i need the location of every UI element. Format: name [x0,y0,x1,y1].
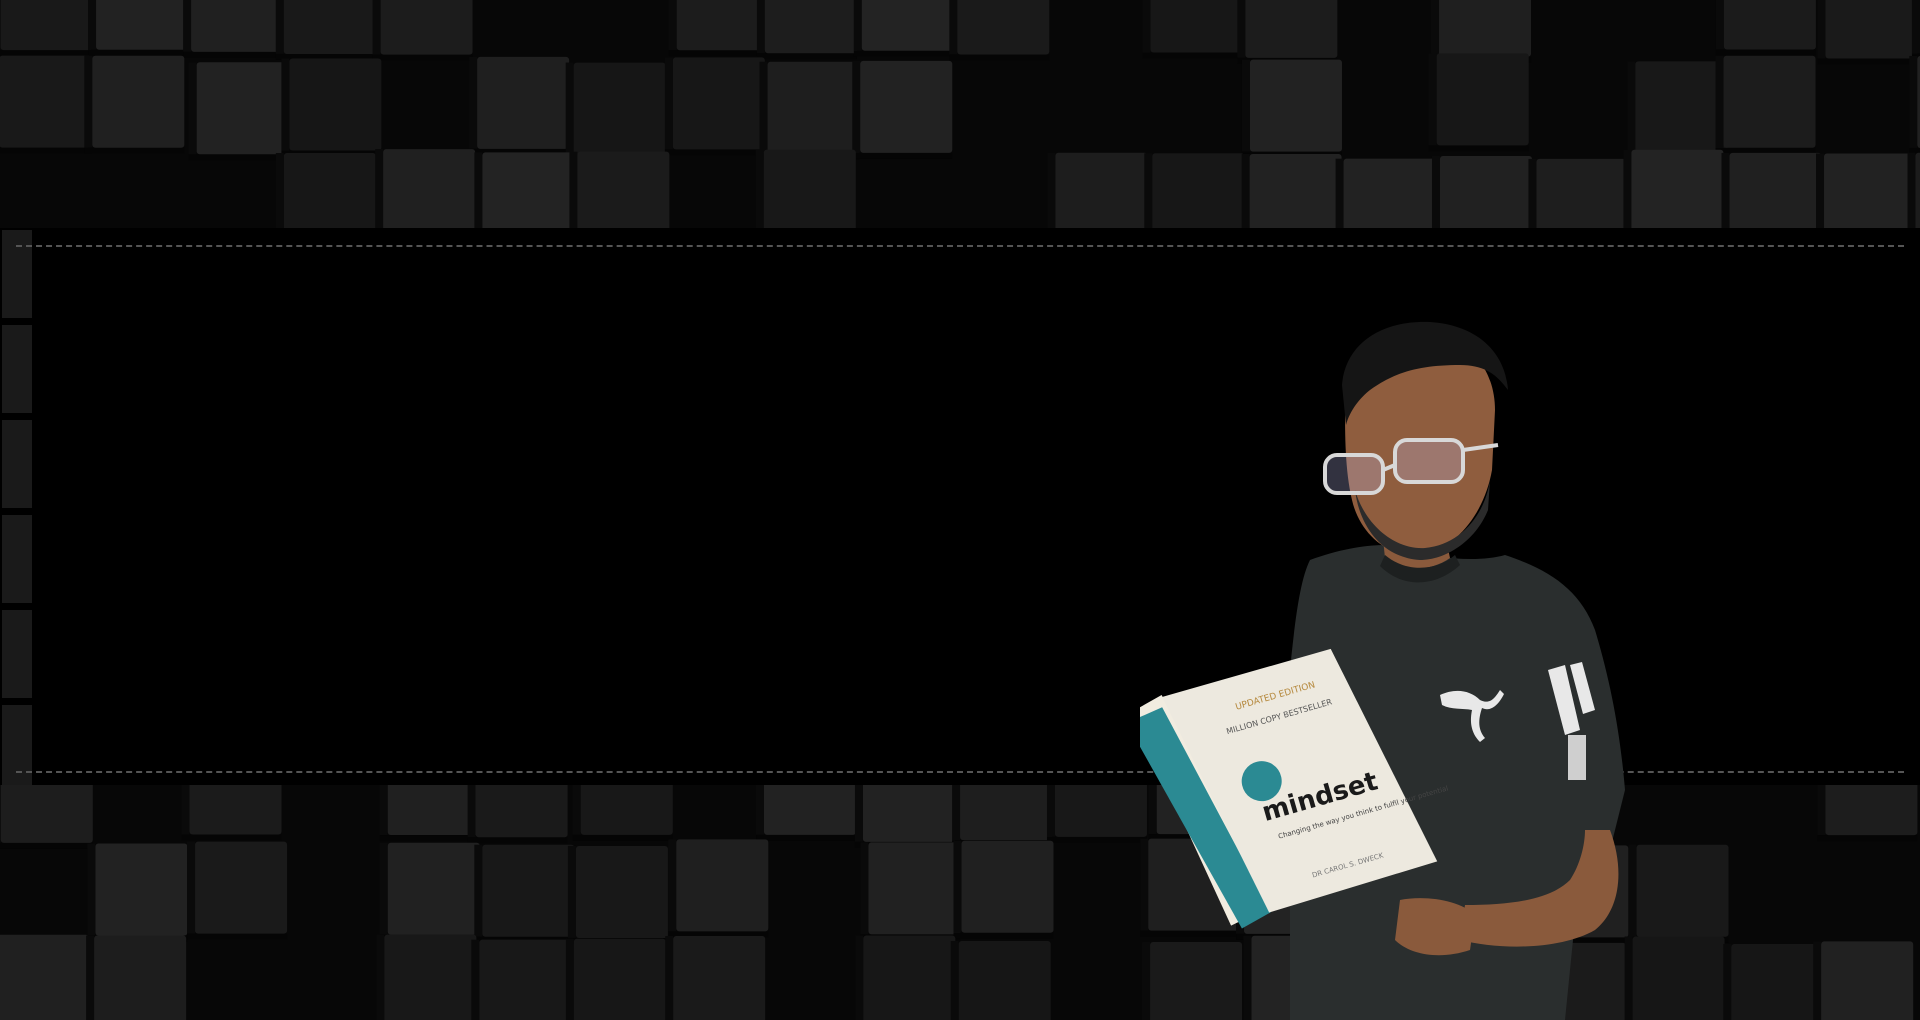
cube-block [1817,0,1918,65]
cube-block [1723,943,1824,1020]
cube-block [474,844,575,943]
cube-block [281,58,382,157]
cube-block [379,785,480,842]
cube-block [1813,941,1914,1020]
cube-block [1816,153,1917,228]
cube-block [1431,0,1532,63]
cube-block [565,938,666,1020]
cube-block [1911,0,1920,60]
cube-block [664,57,765,156]
cube-block [474,152,575,228]
cube-block [755,149,856,228]
cube-block [187,841,288,940]
cube-block [1428,53,1529,152]
cube-block [275,0,376,60]
cube-block [86,935,187,1020]
dashed-divider-top [16,245,1904,247]
cube-block [1528,158,1629,228]
cube-block [1817,785,1918,842]
cube-block [181,785,282,841]
cube-block [668,839,769,938]
cube-block [0,0,93,57]
cube-block [1241,153,1342,228]
cube-block [1046,785,1147,843]
cube-block [0,785,93,849]
cube-block [756,785,857,841]
cube-block [467,785,568,844]
cube-block [569,151,670,228]
cube-block [372,0,473,61]
cube-block [860,842,961,941]
cube-block [1715,55,1816,154]
cube-block [375,149,476,228]
cube-block [275,153,376,228]
cube-block [0,934,89,1020]
cube-block [469,56,570,155]
cube-block [952,785,1053,847]
cube-block [665,936,766,1020]
cube-block [852,60,953,159]
person-head [1323,321,1508,560]
cube-block [668,0,769,57]
cube-block [949,0,1050,61]
cube-block [0,55,92,154]
cube-block [188,62,289,161]
cube-block [1627,61,1728,160]
cube-block [565,62,666,161]
cube-block [759,61,860,160]
cube-block [1237,0,1338,64]
cube-block [1144,153,1245,228]
cube-block [88,0,189,56]
cube-block [84,55,185,154]
cube-block [1241,59,1342,158]
person-reading-book: UPDATED EDITION MILLION COPY BESTSELLER … [1140,321,1625,1020]
cube-block [376,934,477,1020]
cube-wall-top [0,0,1920,228]
cube-block [471,939,572,1020]
cube-block [1909,55,1920,154]
cube-block [1431,156,1532,228]
cube-block [1715,0,1816,56]
cube-block [87,843,188,942]
cube-block [950,941,1051,1020]
hero-banner: UPDATED EDITION MILLION COPY BESTSELLER … [0,0,1920,1020]
cube-block [1335,158,1436,228]
cube-block [1047,152,1148,228]
cube-block [1907,152,1920,228]
cube-block [953,840,1054,939]
cube-block [1142,0,1243,59]
cube-block [567,845,668,944]
cube-pattern-top [0,0,1920,228]
cube-block [1721,152,1822,228]
cube-block [854,785,955,848]
cube-block [379,842,480,941]
cube-block [756,0,857,60]
cube-block [183,0,284,58]
cube-block [1623,149,1724,228]
cube-block [855,935,956,1020]
cube-block [572,785,673,841]
cube-block [853,0,954,57]
